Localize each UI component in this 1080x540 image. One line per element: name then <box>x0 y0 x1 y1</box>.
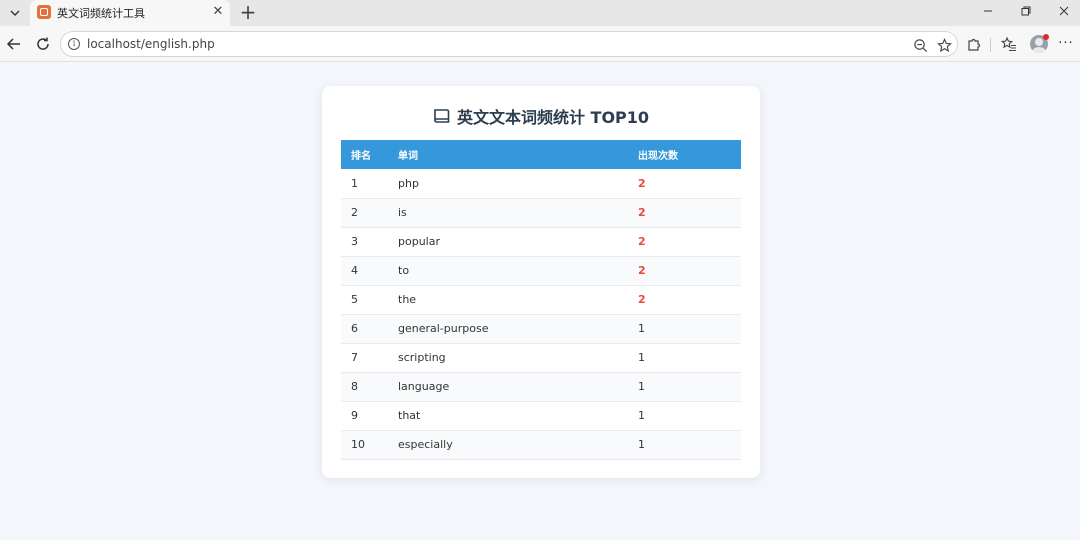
cell-rank: 9 <box>351 409 358 422</box>
cell-word: especially <box>398 438 453 451</box>
cell-word: to <box>398 264 410 277</box>
cell-word: that <box>398 409 421 422</box>
page-title: 英文文本词频统计 TOP10 <box>322 104 760 128</box>
notification-dot <box>1043 34 1049 40</box>
cell-word: general-purpose <box>398 322 489 335</box>
table-row: 7 scripting 1 <box>341 343 741 372</box>
stats-card: 英文文本词频统计 TOP10 排名 单词 出现次数 1 php 2 2 is 2… <box>322 86 760 478</box>
info-icon[interactable]: i <box>68 38 80 50</box>
header-count: 出现次数 <box>638 151 678 162</box>
close-window-button[interactable] <box>1046 0 1080 22</box>
cell-count: 1 <box>638 409 645 422</box>
puzzle-icon <box>968 38 981 51</box>
cell-rank: 6 <box>351 322 358 335</box>
cell-word: is <box>398 206 407 219</box>
tab-title: 英文词频统计工具 <box>57 7 145 20</box>
cell-word: popular <box>398 235 440 248</box>
cell-count: 1 <box>638 322 645 335</box>
toolbar-divider <box>990 38 991 52</box>
table-header-row: 排名 单词 出现次数 <box>341 140 741 169</box>
cell-rank: 10 <box>351 438 365 451</box>
cell-count: 1 <box>638 351 645 364</box>
close-icon <box>1059 6 1069 16</box>
address-bar[interactable]: i localhost/english.php <box>60 31 958 57</box>
reload-icon <box>37 37 49 50</box>
page-title-text: 英文文本词频统计 TOP10 <box>456 108 650 127</box>
table-row: 6 general-purpose 1 <box>341 314 741 343</box>
site-favicon-icon <box>37 5 51 19</box>
cell-rank: 4 <box>351 264 358 277</box>
table-row: 9 that 1 <box>341 401 741 430</box>
cell-rank: 2 <box>351 206 358 219</box>
toolbar: i localhost/english.php ··· <box>0 26 1080 62</box>
minimize-button[interactable] <box>970 0 1006 22</box>
cell-rank: 7 <box>351 351 358 364</box>
cell-count: 2 <box>638 206 646 219</box>
restore-button[interactable] <box>1008 0 1044 22</box>
minimize-icon <box>984 10 992 12</box>
book-icon <box>433 108 451 124</box>
reload-button[interactable] <box>32 33 54 55</box>
table-row: 1 php 2 <box>341 169 741 198</box>
tab-strip: 英文词频统计工具 ✕ + <box>0 0 1080 26</box>
favorites-button[interactable] <box>999 34 1019 54</box>
table-row: 4 to 2 <box>341 256 741 285</box>
zoom-icon[interactable] <box>911 36 929 54</box>
more-options-button[interactable]: ··· <box>1056 34 1076 54</box>
table-row: 2 is 2 <box>341 198 741 227</box>
restore-icon <box>1021 6 1031 16</box>
tab-close-icon[interactable]: ✕ <box>210 4 226 20</box>
favorite-star-icon[interactable] <box>935 36 953 54</box>
cell-word: the <box>398 293 417 306</box>
cell-word: language <box>398 380 450 393</box>
table-row: 5 the 2 <box>341 285 741 314</box>
new-tab-button[interactable]: + <box>238 2 258 22</box>
header-word: 单词 <box>398 151 418 162</box>
cell-count: 1 <box>638 438 645 451</box>
back-button[interactable] <box>3 33 25 55</box>
chevron-down-icon <box>10 10 20 16</box>
favorites-list-icon <box>1001 36 1016 52</box>
cell-count: 1 <box>638 380 645 393</box>
url-text[interactable]: localhost/english.php <box>87 37 215 51</box>
extensions-button[interactable] <box>964 34 984 54</box>
header-rank: 排名 <box>351 151 371 162</box>
cell-word: php <box>398 176 419 190</box>
cell-word: scripting <box>398 351 446 364</box>
cell-count: 2 <box>638 264 646 277</box>
cell-rank: 5 <box>351 293 358 306</box>
cell-rank: 1 <box>351 176 358 190</box>
table-row: 10 especially 1 <box>341 430 741 459</box>
table-row: 3 popular 2 <box>341 227 741 256</box>
cell-rank: 8 <box>351 380 358 393</box>
arrow-left-icon <box>6 38 20 50</box>
word-frequency-table: 排名 单词 出现次数 1 php 2 2 is 2 3 popular 2 4 … <box>341 140 741 460</box>
cell-count: 2 <box>638 176 646 190</box>
cell-count: 2 <box>638 235 646 248</box>
cell-count: 2 <box>638 293 646 306</box>
tab-list-button[interactable] <box>4 3 26 23</box>
cell-rank: 3 <box>351 235 358 248</box>
tab-active[interactable]: 英文词频统计工具 ✕ <box>30 0 230 26</box>
table-row: 8 language 1 <box>341 372 741 401</box>
